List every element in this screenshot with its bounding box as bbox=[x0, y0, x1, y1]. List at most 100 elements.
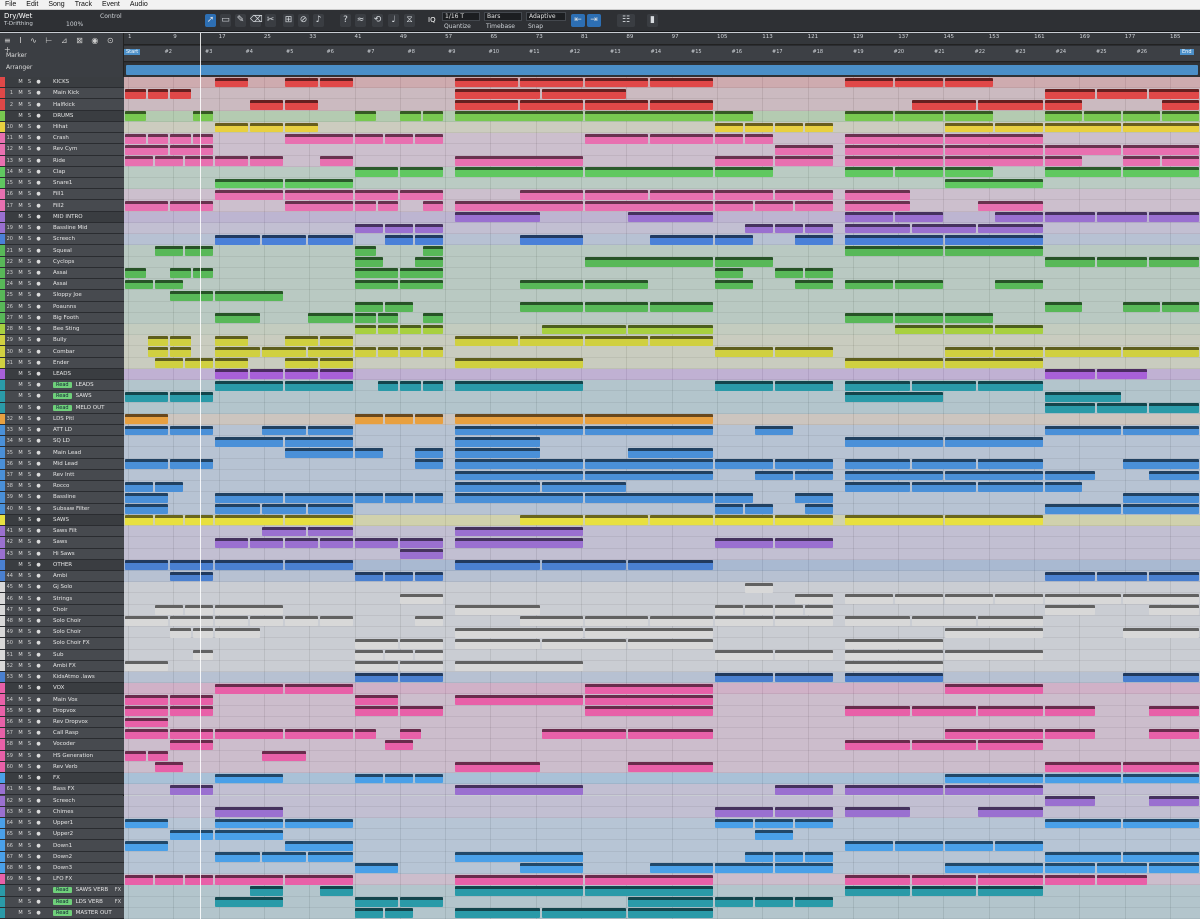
event-clip[interactable] bbox=[355, 189, 398, 200]
solo-button[interactable]: S bbox=[26, 573, 33, 579]
event-clip[interactable] bbox=[895, 594, 943, 604]
solo-button[interactable]: S bbox=[26, 697, 33, 703]
solo-button[interactable]: S bbox=[26, 831, 33, 837]
event-clip[interactable] bbox=[585, 425, 713, 436]
event-clip[interactable] bbox=[215, 683, 283, 694]
event-clip[interactable] bbox=[355, 414, 383, 425]
event-clip[interactable] bbox=[585, 414, 713, 425]
event-clip[interactable] bbox=[978, 100, 1043, 110]
event-clip[interactable] bbox=[945, 167, 993, 178]
event-clip[interactable] bbox=[1123, 347, 1199, 357]
event-clip[interactable] bbox=[715, 122, 743, 133]
marker[interactable]: #11 bbox=[529, 49, 540, 55]
event-clip[interactable] bbox=[945, 773, 1043, 784]
track-header[interactable]: 29 M S ● Bully bbox=[0, 335, 124, 347]
event-clip[interactable] bbox=[585, 470, 713, 481]
event-clip[interactable] bbox=[755, 425, 793, 436]
mute-button[interactable]: M bbox=[17, 191, 24, 197]
event-clip[interactable] bbox=[978, 616, 1043, 627]
track-header[interactable]: M S ● LEADS bbox=[0, 368, 124, 381]
track-header[interactable]: 16 M S ● Fill1 bbox=[0, 189, 124, 201]
record-icon[interactable]: ● bbox=[35, 180, 42, 186]
record-icon[interactable]: ● bbox=[35, 135, 42, 141]
record-icon[interactable]: ● bbox=[35, 865, 42, 871]
event-clip[interactable] bbox=[125, 414, 168, 425]
solo-button[interactable]: S bbox=[26, 225, 33, 231]
event-clip[interactable] bbox=[845, 436, 943, 447]
mute-button[interactable]: M bbox=[17, 450, 24, 456]
event-clip[interactable] bbox=[911, 481, 977, 492]
event-clip[interactable] bbox=[170, 784, 213, 795]
event-clip[interactable] bbox=[155, 481, 183, 492]
event-clip[interactable] bbox=[215, 347, 260, 357]
marker[interactable]: Start bbox=[124, 49, 141, 55]
track-header[interactable]: 68 M S ● Down3 bbox=[0, 862, 124, 875]
mute-button[interactable]: M bbox=[17, 337, 24, 343]
marker[interactable]: #20 bbox=[894, 49, 905, 55]
solo-button[interactable]: S bbox=[26, 405, 33, 411]
event-clip[interactable] bbox=[125, 695, 168, 705]
event-clip[interactable] bbox=[215, 234, 260, 245]
marker[interactable]: #2 bbox=[165, 49, 172, 55]
solo-button[interactable]: S bbox=[26, 753, 33, 759]
solo-button[interactable]: S bbox=[26, 494, 33, 500]
track-header[interactable]: M S ● SAWS bbox=[0, 514, 124, 527]
quantize-icon[interactable]: ♩ bbox=[388, 14, 399, 27]
track-header[interactable]: M S ● MID INTRO bbox=[0, 211, 124, 223]
record-icon[interactable]: ● bbox=[35, 562, 42, 568]
record-icon[interactable]: ● bbox=[35, 741, 42, 747]
event-clip[interactable] bbox=[911, 223, 977, 234]
event-clip[interactable] bbox=[945, 77, 993, 88]
track-lane[interactable] bbox=[124, 570, 1200, 583]
mute-button[interactable]: M bbox=[17, 730, 24, 736]
event-clip[interactable] bbox=[1123, 156, 1160, 166]
track-lane[interactable] bbox=[124, 88, 1200, 100]
event-clip[interactable] bbox=[261, 425, 307, 436]
event-clip[interactable] bbox=[1045, 302, 1082, 312]
event-clip[interactable] bbox=[775, 784, 833, 795]
solo-button[interactable]: S bbox=[26, 483, 33, 489]
event-clip[interactable] bbox=[1045, 504, 1121, 515]
solo-button[interactable]: S bbox=[26, 281, 33, 287]
arranger-section[interactable] bbox=[126, 65, 1198, 75]
arranger-track[interactable] bbox=[124, 63, 1200, 77]
event-clip[interactable] bbox=[355, 201, 376, 211]
event-clip[interactable] bbox=[995, 122, 1043, 133]
mute-button[interactable]: M bbox=[17, 809, 24, 815]
event-clip[interactable] bbox=[192, 650, 213, 660]
event-clip[interactable] bbox=[945, 627, 1043, 638]
event-clip[interactable] bbox=[978, 380, 1043, 391]
event-clip[interactable] bbox=[455, 436, 540, 447]
event-clip[interactable] bbox=[585, 279, 648, 290]
event-clip[interactable] bbox=[945, 347, 993, 357]
event-clip[interactable] bbox=[385, 223, 413, 234]
event-clip[interactable] bbox=[125, 88, 146, 99]
event-clip[interactable] bbox=[455, 77, 518, 88]
mute-button[interactable]: M bbox=[17, 618, 24, 624]
mute-button[interactable]: M bbox=[17, 304, 24, 310]
event-clip[interactable] bbox=[185, 515, 213, 526]
event-clip[interactable] bbox=[650, 863, 713, 874]
mute-button[interactable]: M bbox=[17, 854, 24, 860]
event-clip[interactable] bbox=[415, 448, 443, 458]
event-clip[interactable] bbox=[715, 807, 773, 818]
solo-button[interactable]: S bbox=[26, 180, 33, 186]
event-clip[interactable] bbox=[170, 88, 191, 99]
solo-button[interactable]: S bbox=[26, 652, 33, 658]
event-clip[interactable] bbox=[911, 885, 977, 896]
record-icon[interactable]: ● bbox=[35, 607, 42, 613]
event-clip[interactable] bbox=[895, 324, 943, 335]
event-clip[interactable] bbox=[745, 582, 773, 593]
event-clip[interactable] bbox=[455, 358, 583, 369]
event-clip[interactable] bbox=[585, 167, 713, 178]
event-clip[interactable] bbox=[845, 223, 910, 234]
event-clip[interactable] bbox=[147, 335, 168, 346]
event-clip[interactable] bbox=[585, 492, 713, 503]
event-clip[interactable] bbox=[170, 391, 213, 402]
eraser-tool-icon[interactable]: ⌫ bbox=[250, 14, 263, 27]
event-clip[interactable] bbox=[845, 706, 910, 717]
event-clip[interactable] bbox=[125, 706, 168, 717]
event-clip[interactable] bbox=[520, 616, 583, 627]
event-clip[interactable] bbox=[400, 189, 443, 200]
event-clip[interactable] bbox=[945, 594, 993, 604]
